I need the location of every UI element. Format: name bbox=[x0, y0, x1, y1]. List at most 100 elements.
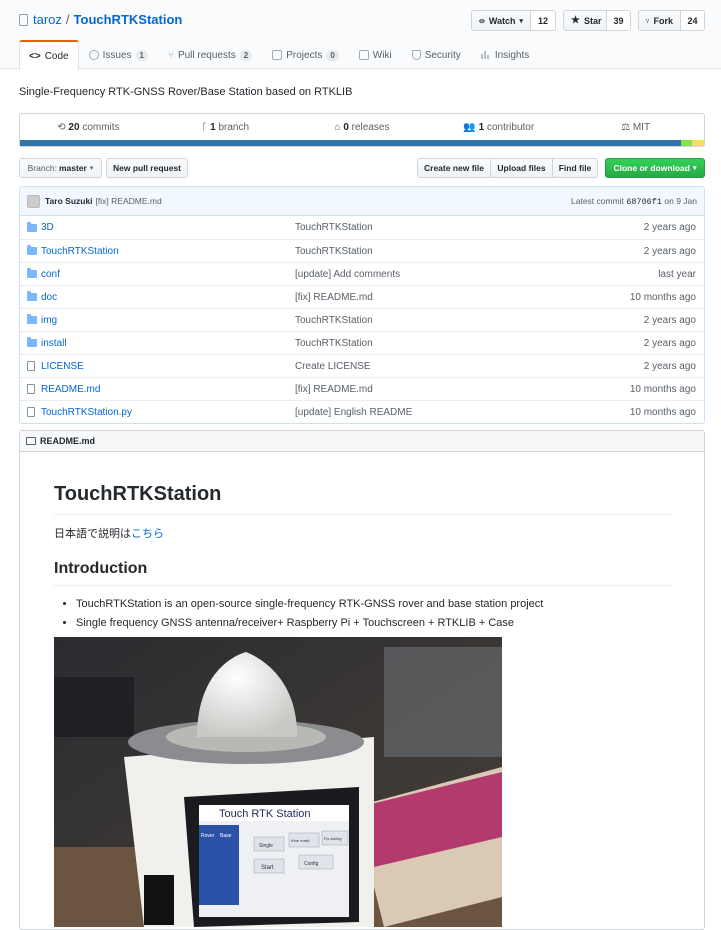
fork-button[interactable]: Fork bbox=[638, 10, 681, 31]
upload-files-button[interactable]: Upload files bbox=[490, 158, 553, 178]
tab-projects[interactable]: Projects 0 bbox=[262, 40, 349, 69]
readme-box: README.md TouchRTKStation 日本語で説明はこちら Int… bbox=[19, 430, 705, 930]
file-name-link[interactable]: conf bbox=[41, 269, 60, 280]
shield-icon bbox=[411, 50, 421, 60]
book-icon bbox=[26, 437, 36, 445]
language-bar[interactable] bbox=[20, 140, 704, 146]
file-rows: 3D TouchRTKStation 2 years ago TouchRTKStat… bbox=[20, 216, 704, 423]
license-summary[interactable]: ⚖ MIT bbox=[567, 122, 704, 133]
file-name-link[interactable]: img bbox=[41, 315, 57, 326]
branch-name: master bbox=[58, 163, 87, 173]
photo-button-kinematic: Kine matic bbox=[291, 838, 310, 843]
releases-summary[interactable]: ⌂ 0 releases bbox=[294, 122, 431, 133]
commit-sha-link[interactable]: 68706f1 bbox=[626, 197, 662, 207]
commit-message[interactable]: [fix] README.md bbox=[96, 196, 162, 206]
repo-owner-link[interactable]: taroz bbox=[33, 12, 62, 27]
avatar[interactable] bbox=[27, 194, 40, 208]
latest-commit-bar: Taro Suzuki [fix] README.md Latest commi… bbox=[20, 187, 704, 216]
file-navigation: Branch: master ▾ New pull request Create… bbox=[19, 158, 705, 178]
file-name-link[interactable]: 3D bbox=[41, 222, 54, 233]
latest-commit-prefix: Latest commit bbox=[571, 195, 624, 206]
file-commit-message[interactable]: [update] English README bbox=[295, 407, 412, 418]
tab-issues[interactable]: Issues 1 bbox=[79, 40, 158, 69]
tab-pull-requests-count: 2 bbox=[239, 49, 253, 61]
branch-icon: ᚴ bbox=[201, 122, 208, 133]
contributors-summary[interactable]: 👥 1 contributor bbox=[430, 122, 567, 133]
branch-label: branch bbox=[215, 122, 250, 133]
file-commit-message[interactable]: Create LICENSE bbox=[295, 361, 371, 372]
table-row[interactable]: TouchRTKStation.py [update] English READM… bbox=[20, 400, 704, 423]
tab-wiki[interactable]: Wiki bbox=[349, 40, 402, 69]
table-row[interactable]: 3D TouchRTKStation 2 years ago bbox=[20, 216, 704, 239]
clone-or-download-button[interactable]: Clone or download ▾ bbox=[605, 158, 705, 178]
law-icon: ⚖ bbox=[621, 122, 631, 133]
star-button[interactable]: ★ Star bbox=[563, 10, 607, 31]
branches-summary[interactable]: ᚴ 1 branch bbox=[157, 122, 294, 133]
device-photo: Touch RTK Station Rover Base Single Kine… bbox=[54, 637, 502, 927]
table-row[interactable]: install TouchRTKStation 2 years ago bbox=[20, 331, 704, 354]
project-icon bbox=[272, 50, 283, 60]
language-segment[interactable] bbox=[680, 140, 693, 146]
photo-button-start: Start bbox=[261, 865, 274, 871]
table-row[interactable]: README.md [fix] README.md 10 months ago bbox=[20, 377, 704, 400]
file-name-link[interactable]: README.md bbox=[41, 384, 100, 395]
readme-content: TouchRTKStation 日本語で説明はこちら Introduction … bbox=[54, 483, 672, 927]
numbers-summary: ⟲ 20 commits ᚴ 1 branch ⌂ 0 releases 👥 1… bbox=[19, 113, 705, 147]
file-name-link[interactable]: install bbox=[41, 338, 67, 349]
japanese-link[interactable]: こちら bbox=[131, 528, 164, 540]
commits-summary[interactable]: ⟲ 20 commits bbox=[20, 122, 157, 133]
tab-security[interactable]: Security bbox=[402, 40, 471, 69]
caret-down-icon: ▾ bbox=[519, 17, 523, 25]
list-item: TouchRTKStation is an open-source single… bbox=[76, 598, 672, 610]
new-pull-request-button[interactable]: New pull request bbox=[106, 158, 188, 178]
repo-nav-tabs: <> Code Issues 1 ⑂ Pull requests 2 Proje… bbox=[19, 40, 539, 70]
file-name-link[interactable]: doc bbox=[41, 292, 57, 303]
file-commit-message[interactable]: TouchRTKStation bbox=[295, 222, 373, 233]
tab-code[interactable]: <> Code bbox=[19, 40, 79, 70]
tab-issues-count: 1 bbox=[135, 49, 148, 61]
create-new-file-button[interactable]: Create new file bbox=[417, 158, 491, 178]
tab-insights[interactable]: Insights bbox=[471, 40, 539, 69]
file-commit-message[interactable]: [update] Add comments bbox=[295, 269, 400, 280]
fork-group: Fork 24 bbox=[638, 10, 705, 31]
people-icon: 👥 bbox=[463, 122, 476, 133]
pull-request-icon: ⑂ bbox=[167, 49, 174, 61]
file-commit-message[interactable]: TouchRTKStation bbox=[295, 246, 373, 257]
table-row[interactable]: LICENSE Create LICENSE 2 years ago bbox=[20, 354, 704, 377]
repo-header: taroz / TouchRTKStation Watch ▾ 12 ★ Sta… bbox=[0, 0, 721, 70]
table-row[interactable]: TouchRTKStation TouchRTKStation 2 years ag… bbox=[20, 239, 704, 262]
file-commit-message[interactable]: TouchRTKStation bbox=[295, 315, 373, 326]
find-file-button[interactable]: Find file bbox=[552, 158, 598, 178]
file-name-link[interactable]: TouchRTKStation.py bbox=[41, 407, 132, 418]
file-age: 2 years ago bbox=[643, 314, 696, 326]
commit-date: on 9 Jan bbox=[664, 195, 697, 206]
file-name-link[interactable]: LICENSE bbox=[41, 361, 84, 372]
folder-icon bbox=[27, 314, 37, 324]
commit-author[interactable]: Taro Suzuki bbox=[45, 196, 93, 206]
repo-name-link[interactable]: TouchRTKStation bbox=[74, 12, 183, 27]
fork-count[interactable]: 24 bbox=[681, 10, 705, 31]
table-row[interactable]: img TouchRTKStation 2 years ago bbox=[20, 308, 704, 331]
watch-count[interactable]: 12 bbox=[531, 10, 556, 31]
table-row[interactable]: doc [fix] README.md 10 months ago bbox=[20, 285, 704, 308]
branch-select-button[interactable]: Branch: master ▾ bbox=[19, 158, 102, 178]
commits-label: commits bbox=[79, 122, 120, 133]
file-name-link[interactable]: TouchRTKStation bbox=[41, 246, 119, 257]
table-row[interactable]: conf [update] Add comments last year bbox=[20, 262, 704, 285]
repo-title: taroz / TouchRTKStation bbox=[19, 12, 182, 27]
japanese-text: 日本語で説明は bbox=[54, 528, 131, 540]
watch-button[interactable]: Watch ▾ bbox=[471, 10, 531, 31]
file-commit-message[interactable]: [fix] README.md bbox=[295, 292, 373, 303]
device-photo-illustration: Touch RTK Station Rover Base Single Kine… bbox=[54, 637, 502, 927]
contrib-label: contributor bbox=[484, 122, 535, 133]
eye-icon bbox=[479, 18, 485, 23]
language-segment[interactable] bbox=[20, 140, 681, 146]
language-segment[interactable] bbox=[692, 140, 704, 146]
star-count[interactable]: 39 bbox=[607, 10, 631, 31]
file-commit-message[interactable]: [fix] README.md bbox=[295, 384, 373, 395]
file-table: Taro Suzuki [fix] README.md Latest commi… bbox=[19, 186, 705, 424]
file-commit-message[interactable]: TouchRTKStation bbox=[295, 338, 373, 349]
tab-pull-requests[interactable]: ⑂ Pull requests 2 bbox=[158, 40, 262, 69]
tab-projects-label: Projects bbox=[286, 49, 323, 61]
file-age: 2 years ago bbox=[643, 222, 696, 233]
